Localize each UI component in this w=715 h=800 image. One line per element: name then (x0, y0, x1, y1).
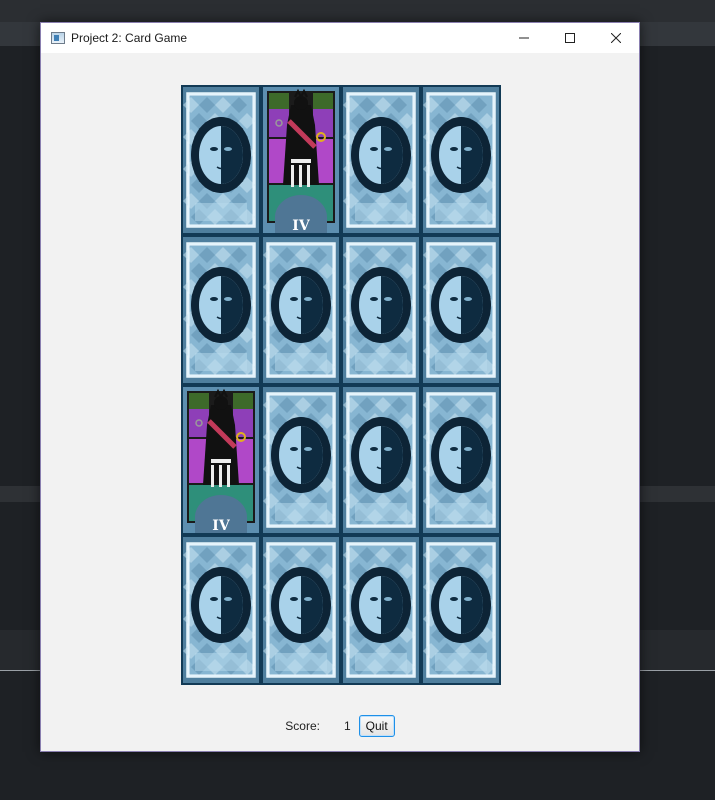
card-back-icon (421, 385, 501, 535)
card-face-down[interactable] (421, 85, 501, 235)
quit-button[interactable]: Quit (358, 715, 395, 737)
minimize-button[interactable] (501, 23, 547, 53)
card-back-icon (341, 535, 421, 685)
card-grid: IV IV (181, 85, 501, 685)
card-back-icon (341, 235, 421, 385)
card-face-down[interactable] (341, 535, 421, 685)
card-face-down[interactable] (181, 235, 261, 385)
card-back-icon (181, 85, 261, 235)
card-face-up[interactable]: IV (261, 85, 341, 235)
card-back-icon (261, 385, 341, 535)
card-back-icon (421, 235, 501, 385)
minimize-icon (519, 37, 529, 39)
card-back-icon (421, 535, 501, 685)
background-bar (0, 0, 715, 22)
close-button[interactable] (593, 23, 639, 53)
maximize-button[interactable] (547, 23, 593, 53)
card-face-up[interactable]: IV (181, 385, 261, 535)
card-back-icon (261, 535, 341, 685)
game-content: IV IV Score: 1 Quit (41, 53, 639, 751)
card-face-down[interactable] (421, 235, 501, 385)
card-back-icon (341, 85, 421, 235)
card-face-down[interactable] (181, 535, 261, 685)
window-controls (501, 23, 639, 53)
card-numeral: IV (212, 518, 231, 534)
card-face-down[interactable] (261, 535, 341, 685)
card-back-icon (261, 235, 341, 385)
window-title: Project 2: Card Game (71, 31, 188, 45)
card-face-down[interactable] (341, 85, 421, 235)
card-back-icon (181, 535, 261, 685)
card-face-down[interactable] (341, 235, 421, 385)
card-game-window: Project 2: Card Game IV IV Score: 1 Quit (40, 22, 640, 752)
title-bar[interactable]: Project 2: Card Game (41, 23, 639, 53)
card-back-icon (341, 385, 421, 535)
score-footer: Score: 1 Quit (41, 713, 639, 739)
card-back-icon (181, 235, 261, 385)
card-face-down[interactable] (261, 385, 341, 535)
app-icon (51, 32, 65, 44)
card-numeral: IV (292, 218, 311, 234)
score-label: Score: (285, 719, 320, 733)
card-face-down[interactable] (341, 385, 421, 535)
card-face-down[interactable] (261, 235, 341, 385)
tarot-card-icon: IV (261, 85, 341, 235)
card-face-down[interactable] (421, 385, 501, 535)
card-face-down[interactable] (181, 85, 261, 235)
score-value: 1 (343, 719, 351, 733)
card-face-down[interactable] (421, 535, 501, 685)
close-icon (611, 33, 621, 43)
maximize-icon (565, 33, 575, 43)
tarot-card-icon: IV (181, 385, 261, 535)
card-back-icon (421, 85, 501, 235)
